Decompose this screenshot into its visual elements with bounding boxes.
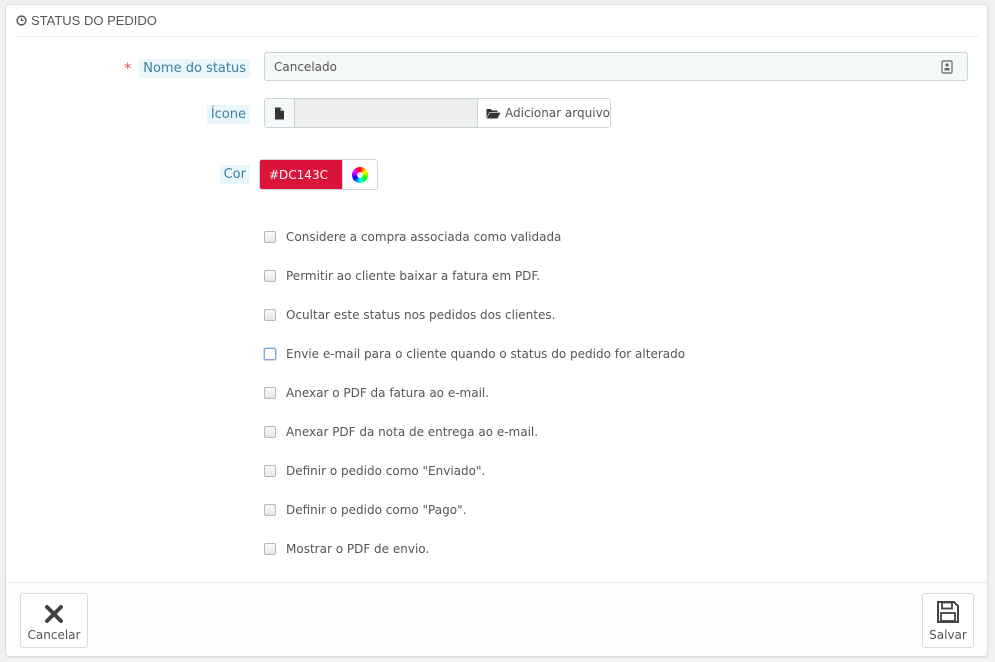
checkbox-row[interactable]: Permitir ao cliente baixar a fatura em P… — [264, 269, 540, 283]
add-file-button[interactable]: Adicionar arquivo — [478, 99, 610, 127]
contact-card-icon — [941, 60, 953, 74]
checkbox-row[interactable]: Mostrar o PDF de envio. — [264, 542, 429, 556]
checkbox-row[interactable]: Definir o pedido como "Enviado". — [264, 464, 485, 478]
panel-title: STATUS DO PEDIDO — [31, 13, 157, 28]
close-icon — [45, 605, 63, 623]
checkbox-row[interactable]: Anexar o PDF da fatura ao e-mail. — [264, 386, 489, 400]
file-name-field[interactable] — [295, 99, 478, 127]
color-value-input[interactable]: #DC143C — [260, 160, 342, 189]
checkbox-row[interactable]: Considere a compra associada como valida… — [264, 230, 561, 244]
option-checkbox[interactable] — [264, 309, 276, 321]
option-label: Ocultar este status nos pedidos dos clie… — [286, 308, 556, 322]
status-name-input[interactable]: Cancelado — [264, 52, 968, 81]
status-name-label: Nome do status — [139, 59, 250, 78]
option-checkbox[interactable] — [264, 465, 276, 477]
color-value-text: #DC143C — [269, 167, 328, 182]
option-checkbox[interactable] — [264, 504, 276, 516]
add-file-label: Adicionar arquivo — [505, 106, 611, 120]
order-status-panel: STATUS DO PEDIDO * Nome do status Cancel… — [5, 4, 988, 657]
file-icon — [275, 107, 284, 119]
cancel-label: Cancelar — [27, 628, 81, 642]
color-picker-group: #DC143C — [259, 159, 378, 190]
option-label: Anexar PDF da nota de entrega ao e-mail. — [286, 425, 539, 439]
clock-icon — [16, 15, 27, 26]
floppy-disk-icon — [937, 601, 959, 623]
option-checkbox[interactable] — [264, 231, 276, 243]
save-label: Salvar — [929, 628, 967, 642]
panel-heading: STATUS DO PEDIDO — [14, 5, 979, 37]
color-picker-button[interactable] — [342, 160, 377, 189]
status-name-value: Cancelado — [274, 59, 337, 74]
option-label: Permitir ao cliente baixar a fatura em P… — [286, 269, 541, 283]
option-label: Anexar o PDF da fatura ao e-mail. — [286, 386, 490, 400]
icon-file-input: Adicionar arquivo — [264, 98, 611, 128]
cancel-button[interactable]: Cancelar — [20, 593, 88, 648]
required-mark: * — [124, 60, 132, 77]
checkbox-row[interactable]: Envie e-mail para o cliente quando o sta… — [264, 347, 685, 361]
option-checkbox[interactable] — [264, 426, 276, 438]
option-label: Definir o pedido como "Pago". — [286, 503, 467, 517]
name-label-group: * Nome do status — [124, 59, 250, 78]
option-label: Mostrar o PDF de envio. — [286, 542, 430, 556]
save-button[interactable]: Salvar — [922, 593, 974, 648]
color-label-group: Cor — [219, 165, 250, 184]
option-label: Definir o pedido como "Enviado". — [286, 464, 486, 478]
color-label: Cor — [219, 165, 250, 184]
color-wheel-icon — [352, 166, 368, 183]
checkbox-row[interactable]: Ocultar este status nos pedidos dos clie… — [264, 308, 555, 322]
option-checkbox[interactable] — [264, 543, 276, 555]
option-label: Considere a compra associada como valida… — [286, 230, 562, 244]
option-label: Envie e-mail para o cliente quando o sta… — [286, 347, 686, 361]
checkbox-row[interactable]: Anexar PDF da nota de entrega ao e-mail. — [264, 425, 538, 439]
icon-label: Ícone — [206, 105, 250, 124]
folder-open-icon — [486, 108, 501, 118]
icon-label-group: Ícone — [206, 105, 250, 124]
checkbox-row[interactable]: Definir o pedido como "Pago". — [264, 503, 466, 517]
option-checkbox[interactable] — [264, 387, 276, 399]
file-icon-cell — [265, 99, 295, 127]
panel-footer: Cancelar Salvar — [6, 582, 987, 656]
option-checkbox[interactable] — [264, 270, 276, 282]
option-checkbox[interactable] — [264, 348, 276, 360]
